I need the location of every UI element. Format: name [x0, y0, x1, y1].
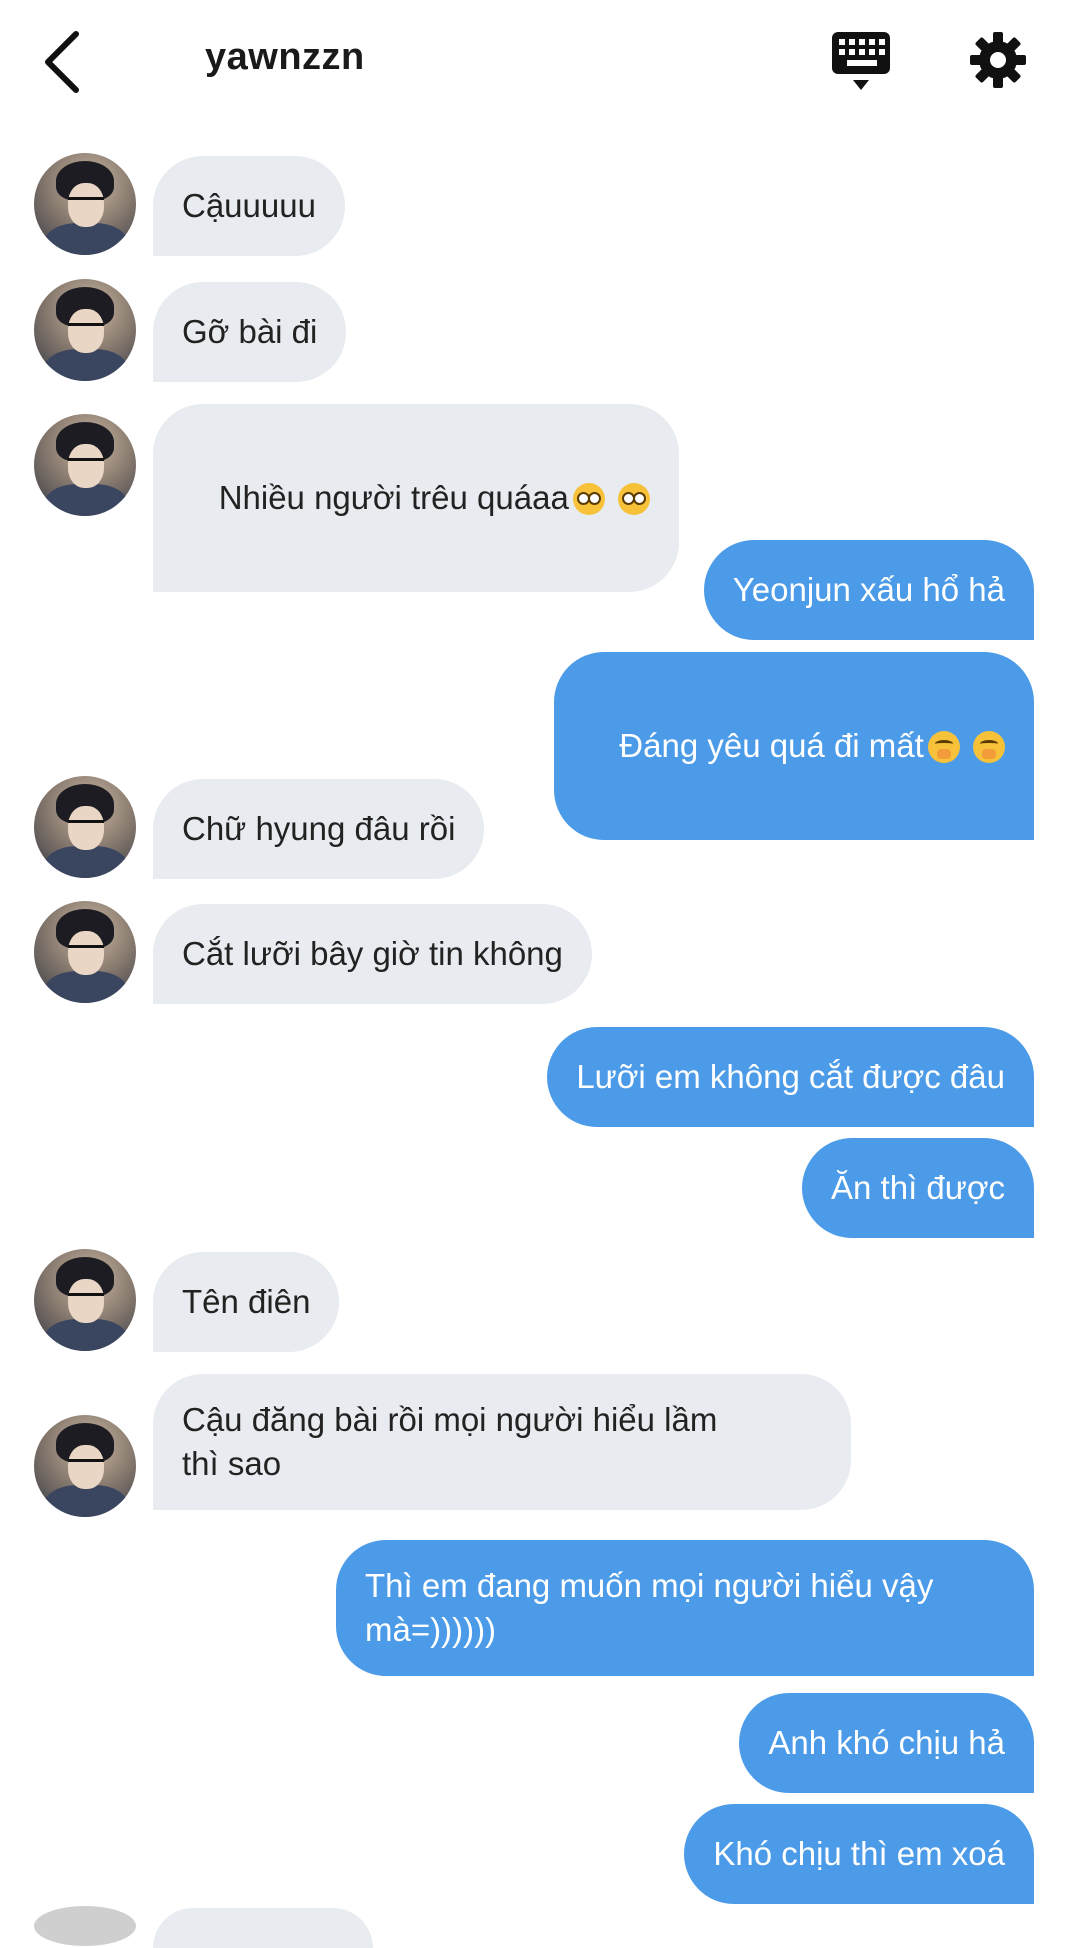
incoming-message-bubble[interactable]: Cậuuuuu	[153, 156, 345, 256]
avatar[interactable]	[34, 1249, 136, 1351]
back-button[interactable]	[34, 24, 94, 100]
outgoing-message-bubble[interactable]: Anh khó chịu hả	[739, 1693, 1034, 1793]
keyboard-button[interactable]	[828, 28, 898, 98]
flushed-face-icon	[572, 483, 605, 515]
avatar[interactable]	[34, 1906, 136, 1946]
avatar[interactable]	[34, 414, 136, 516]
giggle-face-icon	[927, 731, 960, 763]
outgoing-message-bubble[interactable]: Thì em đang muốn mọi người hiểu vậy mà=)…	[336, 1540, 1034, 1676]
message-text: Đáng yêu quá đi mất	[619, 727, 924, 764]
avatar[interactable]	[34, 776, 136, 878]
chevron-left-icon	[45, 31, 79, 93]
gear-icon	[970, 32, 1026, 88]
flushed-face-icon	[618, 483, 650, 515]
settings-button[interactable]	[968, 30, 1028, 90]
avatar[interactable]	[34, 279, 136, 381]
conversation-title: yawnzzn	[205, 36, 365, 78]
incoming-message-bubble[interactable]: Chữ hyung đâu rồi	[153, 779, 485, 879]
incoming-message-bubble[interactable]: Cắt lưỡi bây giờ tin không	[153, 904, 592, 1004]
incoming-message-bubble[interactable]: Nhiều người trêu quáaa	[153, 404, 679, 592]
incoming-message-bubble[interactable]	[153, 1908, 373, 1948]
incoming-message-bubble[interactable]: Gỡ bài đi	[153, 282, 347, 382]
message-list[interactable]: Cậuuuuu Gỡ bài đi Nhiều người trêu quáaa…	[0, 124, 1068, 1920]
outgoing-message-bubble[interactable]: Khó chịu thì em xoá	[684, 1804, 1034, 1904]
message-text: Nhiều người trêu quáaa	[218, 479, 569, 516]
giggle-face-icon	[973, 731, 1005, 763]
outgoing-message-bubble[interactable]: Đáng yêu quá đi mất	[553, 652, 1034, 840]
avatar[interactable]	[34, 153, 136, 255]
avatar[interactable]	[34, 1415, 136, 1517]
outgoing-message-bubble[interactable]: Yeonjun xấu hổ hả	[703, 540, 1034, 640]
chat-header: yawnzzn	[0, 0, 1068, 124]
outgoing-message-bubble[interactable]: Ăn thì được	[802, 1138, 1034, 1238]
avatar[interactable]	[34, 901, 136, 1003]
outgoing-message-bubble[interactable]: Lưỡi em không cắt được đâu	[547, 1027, 1034, 1127]
keyboard-icon	[832, 32, 890, 90]
incoming-message-bubble[interactable]: Tên điên	[153, 1252, 340, 1352]
incoming-message-bubble[interactable]: Cậu đăng bài rồi mọi người hiểu lầm thì …	[153, 1374, 851, 1510]
